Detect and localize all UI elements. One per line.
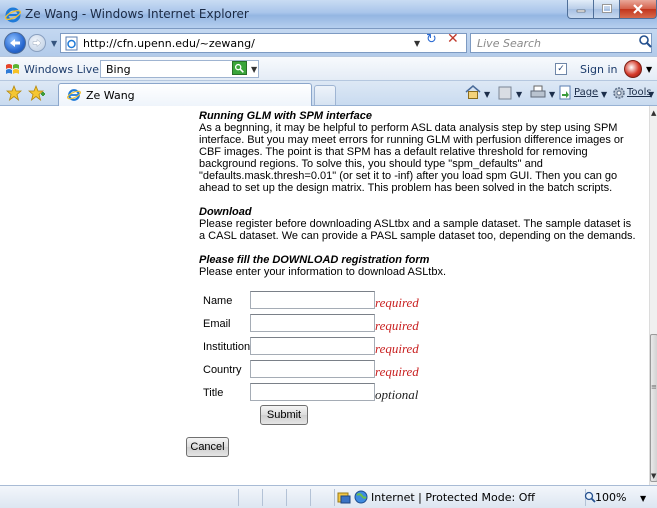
add-favorite-icon[interactable]	[28, 85, 46, 101]
email-field[interactable]	[250, 314, 375, 332]
recent-pages-dropdown-icon[interactable]: ▼	[51, 39, 57, 48]
form-heading: Please fill the DOWNLOAD registration fo…	[199, 254, 430, 266]
print-icon[interactable]	[530, 85, 546, 100]
refresh-icon[interactable]: ↻	[426, 32, 437, 47]
email-required-note: required	[375, 318, 419, 333]
arrow-right-icon	[32, 39, 42, 47]
scroll-up-icon[interactable]: ▲	[651, 109, 656, 117]
close-button[interactable]	[619, 0, 657, 19]
status-divider	[286, 489, 287, 506]
arrow-left-icon	[10, 39, 20, 47]
scrollbar-thumb[interactable]	[650, 334, 657, 482]
glm-paragraph: As a begnning, it may be helpful to perf…	[199, 122, 624, 194]
address-dropdown-icon[interactable]: ▼	[414, 39, 420, 48]
title-field[interactable]	[250, 383, 375, 401]
live-search-value: Bing	[106, 63, 131, 76]
vertical-scrollbar[interactable]: ▲ ≡ ▼	[649, 106, 657, 485]
live-search-dropdown-icon[interactable]: ▼	[251, 65, 257, 74]
status-divider	[334, 489, 335, 506]
scroll-down-icon[interactable]: ▼	[651, 472, 656, 480]
name-label: Name	[203, 295, 233, 307]
internet-globe-icon	[354, 490, 368, 504]
form-row-country: Country required	[203, 360, 503, 382]
country-required-note: required	[375, 364, 419, 379]
tools-dropdown-icon[interactable]: ▼	[648, 90, 654, 99]
live-avatar-icon[interactable]	[624, 60, 642, 78]
print-dropdown-icon[interactable]: ▼	[549, 90, 555, 99]
sign-in-link[interactable]: Sign in	[580, 63, 618, 76]
status-bar: Internet | Protected Mode: Off 100% ▼	[0, 485, 657, 508]
ie-logo-icon	[5, 7, 21, 23]
search-icon[interactable]	[638, 34, 652, 48]
avatar-dropdown-icon[interactable]: ▼	[646, 65, 652, 74]
form-row-institution: Institution required	[203, 337, 503, 359]
tab-ze-wang[interactable]: Ze Wang	[58, 83, 312, 107]
feeds-icon[interactable]	[498, 86, 512, 100]
live-checkbox-icon[interactable]: ✓	[555, 63, 567, 75]
download-heading: Download	[199, 206, 252, 218]
close-icon	[633, 4, 643, 14]
feeds-dropdown-icon[interactable]: ▼	[516, 90, 522, 99]
status-divider	[262, 489, 263, 506]
home-dropdown-icon[interactable]: ▼	[484, 90, 490, 99]
title-optional-note: optional	[375, 387, 419, 402]
scrollbar-grip-icon: ≡	[651, 383, 657, 391]
page-dropdown-icon[interactable]: ▼	[601, 90, 607, 99]
new-tab-button[interactable]	[314, 85, 336, 105]
stop-icon[interactable]: ✕	[447, 31, 459, 47]
windows-live-toolbar: Windows Live Bing ▼ ✓ Sign in ▼	[0, 56, 657, 81]
name-field[interactable]	[250, 291, 375, 309]
content-column: Running GLM with SPM interface As a begn…	[199, 110, 639, 278]
form-row-email: Email required	[203, 314, 503, 336]
page-icon	[65, 36, 78, 51]
address-url: http://cfn.upenn.edu/~zewang/	[83, 37, 255, 50]
home-icon[interactable]	[465, 85, 481, 99]
country-label: Country	[203, 364, 242, 376]
page-menu-icon[interactable]	[559, 85, 572, 100]
page-menu[interactable]: Page	[574, 87, 598, 98]
page-menu-label: Page	[574, 87, 599, 98]
security-shield-icon[interactable]	[337, 490, 351, 504]
title-label: Title	[203, 387, 224, 399]
windows-live-logo-icon	[6, 64, 19, 74]
zoom-level[interactable]: 100%	[595, 491, 626, 504]
back-button[interactable]	[4, 32, 26, 54]
security-zone-text[interactable]: Internet | Protected Mode: Off	[371, 491, 535, 504]
maximize-icon	[601, 4, 612, 13]
search-placeholder: Live Search	[477, 37, 541, 50]
maximize-button[interactable]	[593, 0, 620, 19]
institution-field[interactable]	[250, 337, 375, 355]
window-titlebar: Ze Wang - Windows Internet Explorer	[0, 0, 657, 29]
name-required-note: required	[375, 295, 419, 310]
zoom-dropdown-icon[interactable]: ▼	[640, 494, 646, 503]
form-row-name: Name required	[203, 291, 503, 313]
form-intro: Please enter your information to downloa…	[199, 266, 447, 278]
status-divider	[310, 489, 311, 506]
country-field[interactable]	[250, 360, 375, 378]
cancel-button[interactable]: Cancel	[186, 437, 229, 457]
forward-button[interactable]	[28, 34, 46, 52]
address-toolbar: ▼ http://cfn.upenn.edu/~zewang/ ▼ ↻ ✕ Li…	[0, 29, 657, 56]
email-label: Email	[203, 318, 231, 330]
page-content: Running GLM with SPM interface As a begn…	[0, 106, 649, 485]
tools-gear-icon[interactable]	[612, 86, 626, 100]
window-title: Ze Wang - Windows Internet Explorer	[25, 7, 249, 21]
search-input[interactable]: Live Search	[470, 33, 652, 53]
tab-title: Ze Wang	[86, 89, 135, 102]
status-divider	[238, 489, 239, 506]
minimize-button[interactable]	[567, 0, 594, 19]
submit-button[interactable]: Submit	[260, 405, 308, 425]
ie-logo-icon	[67, 89, 81, 101]
glm-heading: Running GLM with SPM interface	[199, 110, 372, 122]
windows-live-label[interactable]: Windows Live	[24, 63, 99, 76]
institution-required-note: required	[375, 341, 419, 356]
address-input[interactable]: http://cfn.upenn.edu/~zewang/	[60, 33, 467, 53]
download-paragraph: Please register before downloading ASLtb…	[199, 218, 636, 242]
favorites-star-icon[interactable]	[6, 85, 22, 101]
form-row-title: Title optional	[203, 383, 503, 405]
tab-bar: Ze Wang ▼ ▼ ▼ Page ▼ Tools ▼	[0, 81, 657, 107]
live-search-go-icon[interactable]	[232, 61, 247, 75]
minimize-icon	[576, 9, 585, 13]
institution-label: Institution	[203, 341, 251, 353]
